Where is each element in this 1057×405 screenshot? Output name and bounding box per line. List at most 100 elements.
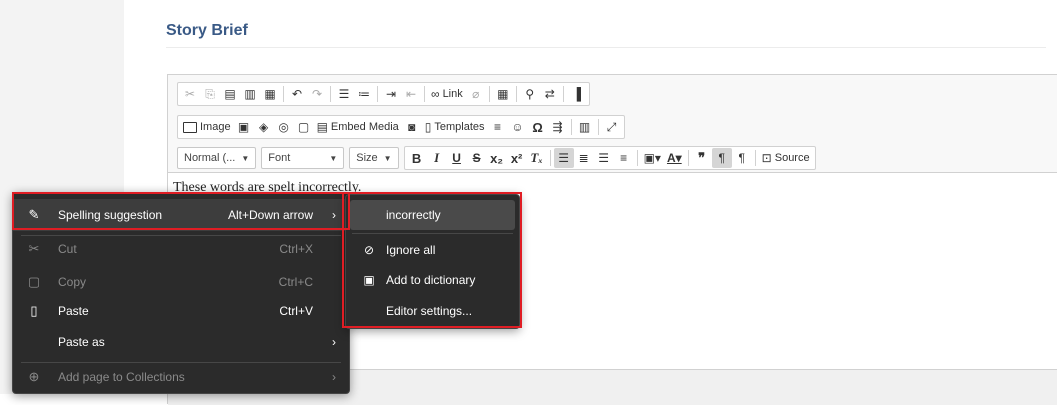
templates-button[interactable]: ▯ Templates <box>422 117 488 137</box>
text-color-icon[interactable]: A▾ <box>664 148 685 168</box>
context-menu: ✎ Spelling suggestion Alt+Down arrow › ✂… <box>12 192 350 394</box>
link-icon: ∞ <box>431 87 440 101</box>
font-combo[interactable]: Font ▼ <box>261 147 345 169</box>
document-icon: ▯ <box>424 120 432 134</box>
justify-icon[interactable]: ≡ <box>614 148 634 168</box>
underline-icon[interactable]: U <box>447 148 467 168</box>
spellcheck-pen-icon: ✎ <box>28 207 40 222</box>
page-break-icon[interactable]: ⇶ <box>548 117 568 137</box>
rtl-icon[interactable]: ¶ <box>732 148 752 168</box>
menu-item-add-to-collections[interactable]: ⊕ Add page to Collections › <box>13 361 349 393</box>
superscript-icon[interactable]: x² <box>507 148 527 168</box>
menu-item-cut[interactable]: ✂ Cut Ctrl+X <box>13 233 349 265</box>
align-left-icon[interactable]: ☰ <box>553 148 574 168</box>
align-center-icon[interactable]: ≣ <box>574 148 594 168</box>
add-to-dictionary-item[interactable]: ▣ Add to dictionary <box>350 265 515 295</box>
menu-item-label: Paste <box>58 304 89 318</box>
numbered-list-icon[interactable]: ☰ <box>334 84 354 104</box>
source-button[interactable]: ⊡ Source <box>759 148 813 168</box>
insert-image-icon[interactable]: ▣ <box>234 117 254 137</box>
special-char-icon[interactable]: Ω <box>528 117 548 137</box>
ignore-all-item[interactable]: ⊘ Ignore all <box>350 235 515 265</box>
ignore-all-label: Ignore all <box>386 243 436 257</box>
font-value: Font <box>268 152 291 164</box>
link-label: Link <box>442 88 463 100</box>
toolbar-row-2: Image ▣ ◈ ◎ ▢ ▤ Embed Media ◙ ▯ Templates … <box>177 115 629 139</box>
remove-format-icon[interactable]: Tₓ <box>527 148 547 168</box>
iframe-icon[interactable]: ▢ <box>294 117 314 137</box>
smiley-icon[interactable]: ☺ <box>508 117 528 137</box>
table-icon[interactable]: ▦ <box>493 84 513 104</box>
menu-separator <box>352 233 513 234</box>
collections-icon: ⊕ <box>28 369 40 384</box>
editor-toolbar: ✂ ⎘ ▤ ▥ ▦ ↶ ↷ ☰ ≔ ⇥ ⇤ ∞ Link ⌀ ▦ ⚲ ⇄ ▐ I… <box>168 75 1057 173</box>
undo-icon[interactable]: ↶ <box>287 84 307 104</box>
format-combo[interactable]: Normal (... ▼ <box>177 147 257 169</box>
embed-media-button[interactable]: ▤ Embed Media <box>314 117 402 137</box>
outdent-icon[interactable]: ⇤ <box>401 84 421 104</box>
redo-icon[interactable]: ↷ <box>307 84 327 104</box>
editor-settings-item[interactable]: Editor settings... <box>350 296 515 326</box>
menu-item-label: Cut <box>58 242 77 256</box>
toolbar-separator <box>549 150 551 166</box>
unlink-icon[interactable]: ⌀ <box>466 84 486 104</box>
link-button[interactable]: ∞ Link <box>428 84 466 104</box>
toolbar-separator <box>283 86 284 102</box>
flash-icon[interactable]: ◙ <box>402 117 422 137</box>
strikethrough-icon[interactable]: S <box>467 148 487 168</box>
toolbar-separator <box>597 119 599 135</box>
menu-item-paste[interactable]: ▯ Paste Ctrl+V <box>13 295 349 327</box>
toolbar-row-3: Normal (... ▼ Font ▼ Size ▼ B I U S x₂ x² T… <box>177 146 820 170</box>
page-title: Story Brief <box>166 22 248 39</box>
source-label: Source <box>774 152 810 164</box>
toolbar-separator <box>515 86 517 102</box>
menu-item-paste-as[interactable]: Paste as › <box>13 326 349 358</box>
bg-color-icon[interactable]: ▣▾ <box>641 148 664 168</box>
toolbar-separator <box>562 86 564 102</box>
bulleted-list-icon[interactable]: ≔ <box>354 84 374 104</box>
menu-item-shortcut: Ctrl+V <box>279 304 313 318</box>
paste-text-icon[interactable]: ▥ <box>240 84 260 104</box>
horizontal-rule-icon[interactable]: ≡ <box>488 117 508 137</box>
menu-item-copy[interactable]: ▢ Copy Ctrl+C <box>13 266 349 298</box>
title-divider <box>166 47 1046 48</box>
find-icon[interactable]: ⚲ <box>520 84 540 104</box>
copy-icon: ▢ <box>27 274 41 289</box>
toolbar-separator <box>330 86 331 102</box>
menu-item-spelling-suggestion[interactable]: ✎ Spelling suggestion Alt+Down arrow › <box>13 199 349 231</box>
italic-icon[interactable]: I <box>427 148 447 168</box>
blockquote-icon[interactable]: ❞ <box>692 148 712 168</box>
image-button[interactable]: Image <box>180 117 234 137</box>
toolbar-separator <box>488 86 490 102</box>
editor-settings-label: Editor settings... <box>386 304 473 318</box>
menu-item-label: Add page to Collections <box>58 370 185 384</box>
bold-icon[interactable]: B <box>407 148 427 168</box>
align-right-icon[interactable]: ☰ <box>594 148 614 168</box>
toolbar-row-1: ✂ ⎘ ▤ ▥ ▦ ↶ ↷ ☰ ≔ ⇥ ⇤ ∞ Link ⌀ ▦ ⚲ ⇄ ▐ <box>177 82 594 106</box>
suggestion-label: incorrectly <box>386 208 441 222</box>
menu-item-label: Spelling suggestion <box>58 208 163 222</box>
cut-icon[interactable]: ✂ <box>180 84 200 104</box>
compass-icon[interactable]: ◈ <box>254 117 274 137</box>
anchor-icon[interactable]: ◎ <box>274 117 294 137</box>
suggestion-incorrectly[interactable]: incorrectly <box>350 200 515 230</box>
chevron-down-icon: ▼ <box>329 153 338 163</box>
subscript-icon[interactable]: x₂ <box>487 148 507 168</box>
ltr-icon[interactable]: ¶ <box>711 148 732 168</box>
size-combo[interactable]: Size ▼ <box>349 147 399 169</box>
insert-group: Image ▣ ◈ ◎ ▢ ▤ Embed Media ◙ ▯ Templates … <box>177 115 625 139</box>
copy-icon[interactable]: ⎘ <box>200 84 220 104</box>
templates-label: Templates <box>434 121 485 133</box>
show-blocks-icon[interactable]: ▥ <box>575 117 595 137</box>
maximize-icon[interactable]: ⤢ <box>602 117 622 137</box>
film-icon: ▤ <box>316 120 328 134</box>
paste-icon[interactable]: ▤ <box>220 84 240 104</box>
chevron-right-icon: › <box>332 335 336 349</box>
paste-word-icon[interactable]: ▦ <box>260 84 280 104</box>
menu-item-shortcut: Ctrl+X <box>279 242 313 256</box>
replace-icon[interactable]: ⇄ <box>540 84 560 104</box>
toolbar-separator <box>687 150 689 166</box>
menu-item-label: Copy <box>58 275 87 289</box>
spellcheck-icon[interactable]: ▐ <box>567 84 587 104</box>
indent-icon[interactable]: ⇥ <box>381 84 401 104</box>
